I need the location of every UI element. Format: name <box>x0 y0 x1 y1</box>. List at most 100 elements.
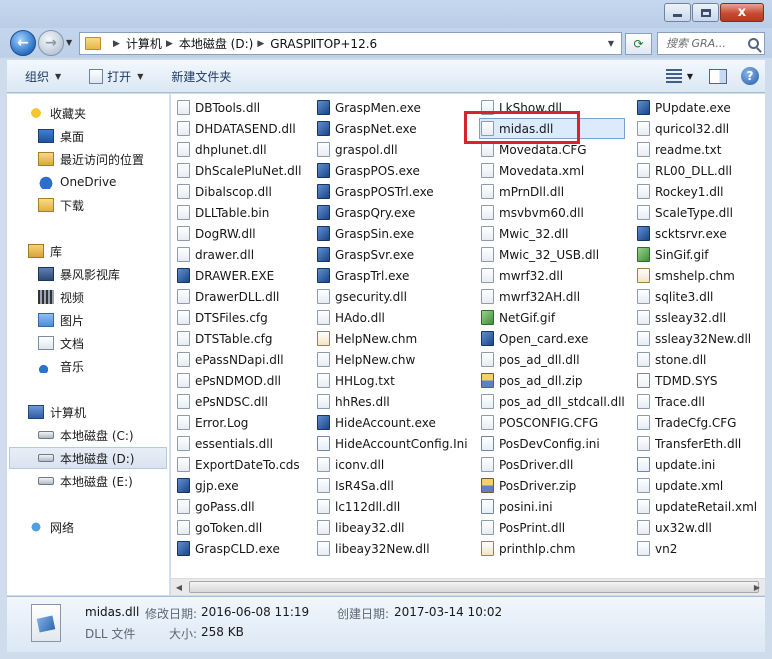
breadcrumb-drive-d[interactable]: 本地磁盘 (D:) <box>179 35 253 52</box>
view-options-dropdown[interactable]: ▼ <box>687 72 693 81</box>
file-item[interactable]: quricol32.dll <box>637 118 757 139</box>
scroll-thumb[interactable] <box>189 581 759 593</box>
file-item[interactable]: RL00_DLL.dll <box>637 160 757 181</box>
search-box[interactable] <box>657 32 765 55</box>
file-item[interactable]: smshelp.chm <box>637 265 757 286</box>
file-item[interactable]: TDMD.SYS <box>637 370 757 391</box>
file-item[interactable]: Mwic_32_USB.dll <box>481 244 625 265</box>
file-item[interactable]: lc112dll.dll <box>317 496 468 517</box>
file-item[interactable]: ux32w.dll <box>637 517 757 538</box>
file-item[interactable]: HideAccountConfig.Ini <box>317 433 468 454</box>
file-item[interactable]: GraspSvr.exe <box>317 244 468 265</box>
breadcrumb-computer[interactable]: 计算机 <box>126 35 162 52</box>
file-item[interactable]: HHLog.txt <box>317 370 468 391</box>
file-item[interactable]: Rockey1.dll <box>637 181 757 202</box>
file-item[interactable]: goToken.dll <box>177 517 301 538</box>
file-item[interactable]: essentials.dll <box>177 433 301 454</box>
file-item[interactable]: DhScalePluNet.dll <box>177 160 301 181</box>
file-item[interactable]: GraspPOS.exe <box>317 160 468 181</box>
file-item[interactable]: NetGif.gif <box>481 307 625 328</box>
file-item[interactable]: DrawerDLL.dll <box>177 286 301 307</box>
file-item[interactable]: DTSTable.cfg <box>177 328 301 349</box>
nav-video[interactable]: 视频 <box>38 286 84 308</box>
file-item[interactable]: Dibalscop.dll <box>177 181 301 202</box>
file-item[interactable]: iconv.dll <box>317 454 468 475</box>
organize-menu-button[interactable]: 组织 ▼ <box>15 63 71 89</box>
new-folder-button[interactable]: 新建文件夹 <box>161 63 241 89</box>
file-item[interactable]: libeay32.dll <box>317 517 468 538</box>
nav-desktop[interactable]: 桌面 <box>38 125 84 147</box>
open-button[interactable]: 打开 ▼ <box>79 63 153 89</box>
file-item[interactable]: PosPrint.dll <box>481 517 625 538</box>
file-item[interactable]: stone.dll <box>637 349 757 370</box>
file-item[interactable]: updateRetail.xml <box>637 496 757 517</box>
nav-favorites[interactable]: 收藏夹 <box>28 102 86 124</box>
file-item[interactable]: DBTools.dll <box>177 97 301 118</box>
file-item[interactable]: goPass.dll <box>177 496 301 517</box>
file-item[interactable]: gjp.exe <box>177 475 301 496</box>
file-item[interactable]: SinGif.gif <box>637 244 757 265</box>
scroll-right-button[interactable]: ▶ <box>749 580 765 595</box>
file-item[interactable]: DRAWER.EXE <box>177 265 301 286</box>
nav-music[interactable]: 音乐 <box>38 355 84 377</box>
file-item[interactable]: Movedata.xml <box>481 160 625 181</box>
horizontal-scrollbar[interactable]: ◀ ▶ <box>171 578 765 595</box>
recent-pages-dropdown[interactable]: ▼ <box>66 38 72 47</box>
file-item[interactable]: PosDevConfig.ini <box>481 433 625 454</box>
file-item[interactable]: TradeCfg.CFG <box>637 412 757 433</box>
file-item[interactable]: Error.Log <box>177 412 301 433</box>
file-item[interactable]: hhRes.dll <box>317 391 468 412</box>
chevron-right-icon[interactable]: ▶ <box>257 39 264 49</box>
search-input[interactable] <box>666 37 746 50</box>
file-item[interactable]: drawer.dll <box>177 244 301 265</box>
nav-onedrive[interactable]: OneDrive <box>38 171 116 193</box>
file-item[interactable]: msvbvm60.dll <box>481 202 625 223</box>
nav-pictures[interactable]: 图片 <box>38 309 84 331</box>
file-item[interactable]: TransferEth.dll <box>637 433 757 454</box>
file-item[interactable]: DHDATASEND.dll <box>177 118 301 139</box>
maximize-button[interactable] <box>692 3 719 22</box>
scroll-left-button[interactable]: ◀ <box>171 580 187 595</box>
refresh-button[interactable]: ⟳ <box>625 33 652 55</box>
file-item[interactable]: dhplunet.dll <box>177 139 301 160</box>
file-item[interactable]: GraspTrl.exe <box>317 265 468 286</box>
nav-downloads[interactable]: 下载 <box>38 194 84 216</box>
file-item[interactable]: gsecurity.dll <box>317 286 468 307</box>
file-item[interactable]: mPrnDll.dll <box>481 181 625 202</box>
file-item[interactable]: GraspQry.exe <box>317 202 468 223</box>
file-item[interactable]: vn2 <box>637 538 757 559</box>
file-item[interactable]: printhlp.chm <box>481 538 625 559</box>
nav-drive-c[interactable]: 本地磁盘 (C:) <box>38 424 134 446</box>
file-item[interactable]: HelpNew.chm <box>317 328 468 349</box>
nav-computer[interactable]: 计算机 <box>28 401 86 423</box>
file-item[interactable]: HelpNew.chw <box>317 349 468 370</box>
address-bar[interactable]: ▶ 计算机 ▶ 本地磁盘 (D:) ▶ GRASPⅡTOP+12.6 ▼ <box>79 32 622 55</box>
file-item[interactable]: ExportDateTo.cds <box>177 454 301 475</box>
address-dropdown-button[interactable]: ▼ <box>601 39 621 48</box>
preview-pane-icon[interactable] <box>709 68 727 84</box>
file-item[interactable]: DLLTable.bin <box>177 202 301 223</box>
file-item[interactable]: GraspPOSTrl.exe <box>317 181 468 202</box>
file-item[interactable]: GraspNet.exe <box>317 118 468 139</box>
file-item[interactable]: posini.ini <box>481 496 625 517</box>
file-item[interactable]: HAdo.dll <box>317 307 468 328</box>
file-item[interactable]: ePassNDapi.dll <box>177 349 301 370</box>
file-item[interactable]: pos_ad_dll_stdcall.dll <box>481 391 625 412</box>
file-item[interactable]: DogRW.dll <box>177 223 301 244</box>
file-item[interactable]: libeay32New.dll <box>317 538 468 559</box>
nav-recent-places[interactable]: 最近访问的位置 <box>38 148 144 170</box>
file-item[interactable]: graspol.dll <box>317 139 468 160</box>
file-item[interactable]: PosDriver.zip <box>481 475 625 496</box>
file-item[interactable]: IsR4Sa.dll <box>317 475 468 496</box>
file-item[interactable]: ePsNDMOD.dll <box>177 370 301 391</box>
file-item[interactable]: DTSFiles.cfg <box>177 307 301 328</box>
file-item[interactable]: scktsrvr.exe <box>637 223 757 244</box>
nav-documents[interactable]: 文档 <box>38 332 84 354</box>
file-item[interactable]: ssleay32.dll <box>637 307 757 328</box>
chevron-right-icon[interactable]: ▶ <box>166 39 173 49</box>
file-item[interactable]: update.xml <box>637 475 757 496</box>
file-item[interactable]: pos_ad_dll.zip <box>481 370 625 391</box>
file-item[interactable]: Open_card.exe <box>481 328 625 349</box>
file-item[interactable]: Trace.dll <box>637 391 757 412</box>
nav-videos-library[interactable]: 暴风影视库 <box>38 263 120 285</box>
